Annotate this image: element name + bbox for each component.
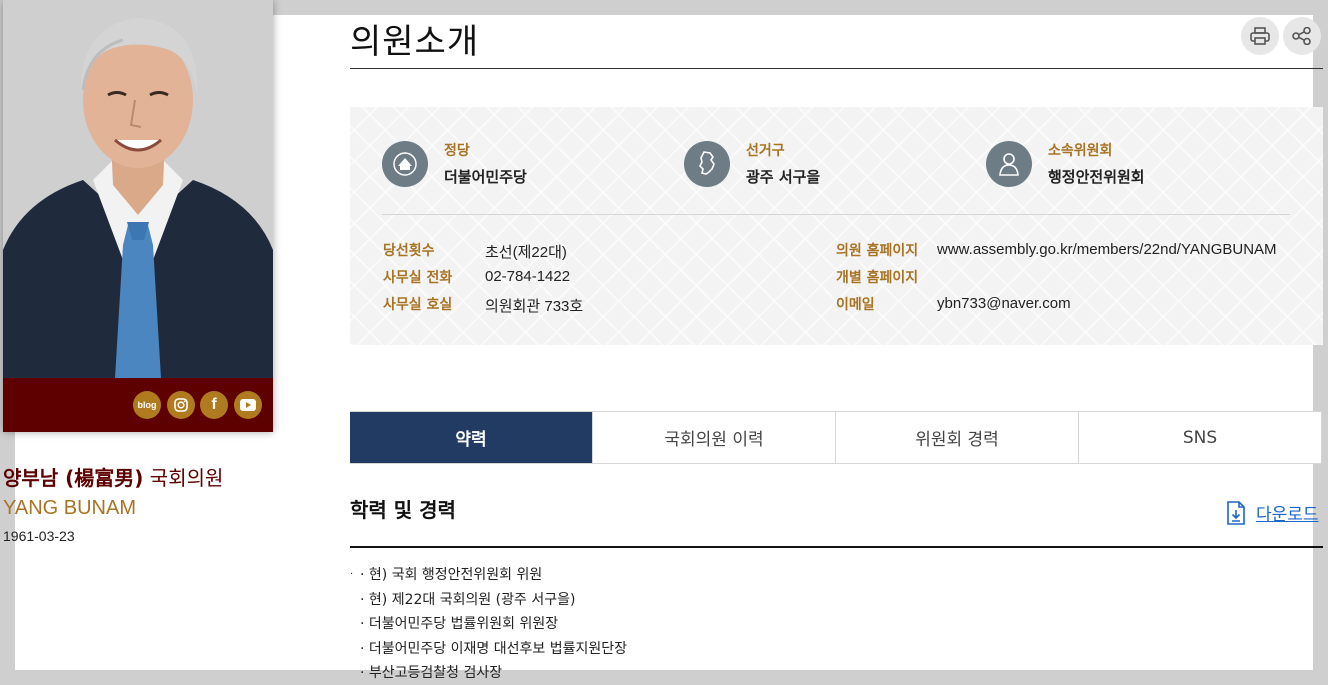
career-item: · 더불어민주당 이재명 대선후보 법률지원단장 (350, 639, 627, 664)
district-label: 선거구 (746, 143, 785, 159)
member-title: 국회의원 (143, 466, 224, 490)
member-name-english: YANG BUNAM (3, 497, 136, 519)
profile-tabs: 약력 국회의원 이력 위원회 경력 SNS (350, 411, 1322, 464)
korea-map-icon (684, 141, 730, 187)
homepage-label: 의원 홈페이지 (836, 243, 919, 259)
instagram-icon[interactable] (167, 391, 195, 419)
youtube-icon[interactable] (234, 391, 262, 419)
section-title: 학력 및 경력 (350, 498, 456, 522)
office-label: 사무실 호실 (383, 297, 453, 313)
tab-committee-career[interactable]: 위원회 경력 (835, 412, 1078, 463)
career-item: · 부산고등검찰청 검사장 (350, 663, 627, 685)
career-item: · · 현) 국회 행정안전위원회 위원 (350, 565, 627, 590)
download-link[interactable]: 다운로드 (1226, 500, 1319, 525)
download-label: 다운로드 (1256, 505, 1319, 525)
email-value[interactable]: ybn733@naver.com (937, 295, 1071, 312)
share-icon (1292, 27, 1311, 45)
party-emblem-icon (382, 141, 428, 187)
career-text: · 더불어민주당 이재명 대선후보 법률지원단장 (360, 640, 627, 657)
career-text: · 현) 국회 행정안전위원회 위원 (360, 567, 543, 583)
section-divider (350, 546, 1323, 548)
share-button[interactable] (1283, 17, 1321, 55)
phone-label: 사무실 전화 (383, 270, 453, 286)
member-info-box: 정당 더불어민주당 선거구 광주 서구을 소속위원회 행정안전위원회 당선횟수 … (350, 107, 1323, 345)
phone-value: 02-784-1422 (485, 268, 571, 285)
title-divider (350, 68, 1323, 69)
party-label: 정당 (444, 143, 470, 159)
career-text: · 부산고등검찰청 검사장 (360, 665, 503, 681)
birth-date: 1961-03-23 (3, 528, 75, 544)
district-value: 광주 서구을 (746, 168, 821, 186)
career-item: · 현) 제22대 국회의원 (광주 서구을) (350, 590, 627, 615)
terms-label: 당선횟수 (383, 243, 435, 259)
printer-icon (1250, 27, 1270, 45)
blog-button[interactable]: blog (133, 391, 161, 419)
profile-photo (3, 0, 273, 378)
facebook-button[interactable]: f (200, 391, 228, 419)
member-name-korean: 양부남 (楊富男) 국회의원 (3, 462, 223, 491)
committee-label: 소속위원회 (1048, 143, 1113, 159)
profile-card: blog f (3, 0, 273, 432)
download-file-icon (1227, 500, 1245, 525)
member-name: 양부남 (楊富男) (3, 466, 144, 490)
office-value: 의원회관 733호 (485, 298, 584, 315)
email-label: 이메일 (836, 297, 875, 313)
career-text: · 현) 제22대 국회의원 (광주 서구을) (360, 591, 576, 608)
committee-value: 행정안전위원회 (1048, 168, 1145, 186)
tab-sns[interactable]: SNS (1078, 412, 1321, 463)
person-icon (986, 141, 1032, 187)
tab-assembly-history[interactable]: 국회의원 이력 (592, 412, 835, 463)
tab-biography[interactable]: 약력 (350, 412, 592, 463)
homepage-link[interactable]: www.assembly.go.kr/members/22nd/YANGBUNA… (937, 241, 1277, 258)
bullet-mark: · (350, 569, 354, 580)
career-text: · 더불어민주당 법률위원회 위원장 (360, 616, 559, 632)
party-value: 더불어민주당 (444, 168, 527, 186)
page-title: 의원소개 (350, 22, 480, 62)
career-list: · · 현) 국회 행정안전위원회 위원 · 현) 제22대 국회의원 (광주 서… (350, 565, 627, 685)
career-item: · 더불어민주당 법률위원회 위원장 (350, 614, 627, 639)
personal-homepage-label: 개별 홈페이지 (836, 270, 919, 286)
print-button[interactable] (1241, 17, 1279, 55)
sns-bar: blog f (3, 378, 273, 432)
info-divider (382, 214, 1290, 215)
terms-value: 초선(제22대) (485, 244, 567, 261)
